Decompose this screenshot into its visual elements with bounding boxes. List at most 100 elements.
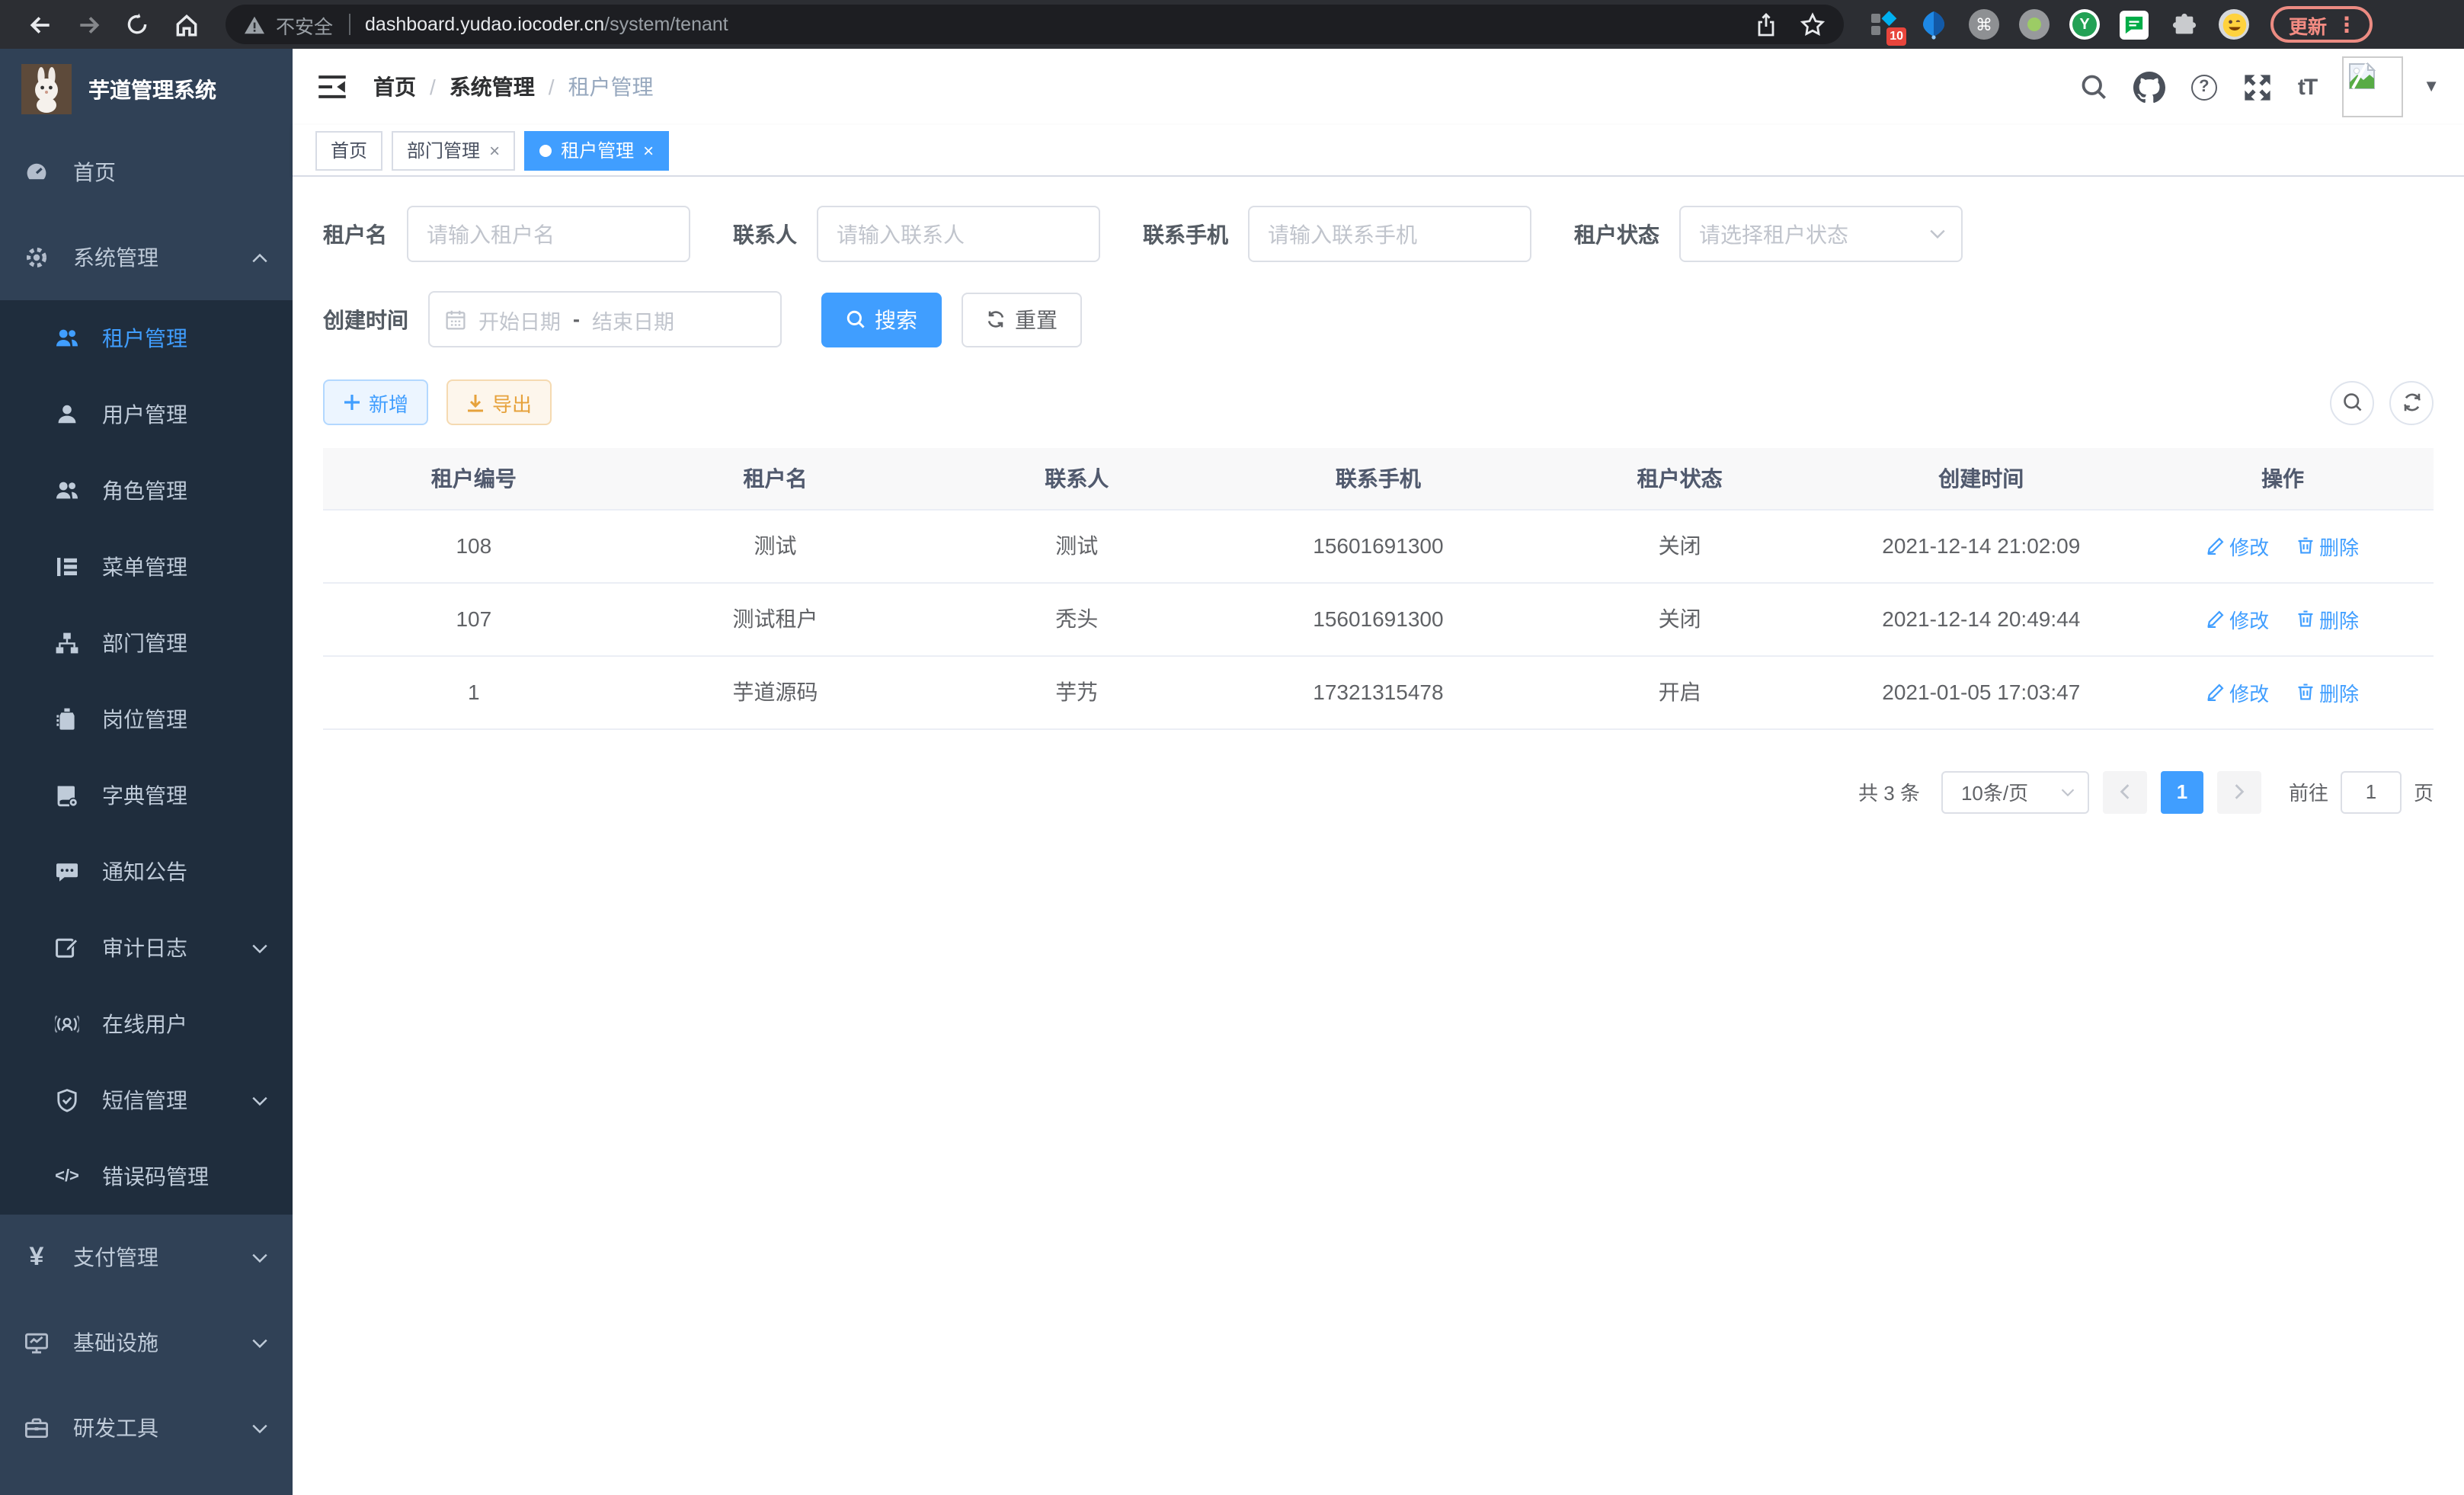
user-avatar-broken-image[interactable] <box>2342 56 2403 117</box>
tag-close-icon[interactable]: × <box>489 141 500 159</box>
breadcrumb: 首页 / 系统管理 / 租户管理 <box>373 72 654 102</box>
sidebar-item-payment[interactable]: ¥ 支付管理 <box>0 1215 293 1300</box>
sidebar-item-audit-log[interactable]: 审计日志 <box>0 910 293 986</box>
sidebar-item-tenant[interactable]: 租户管理 <box>0 300 293 376</box>
screen: 不安全 dashboard.yudao.iocoder.cn/system/te… <box>0 0 2464 1495</box>
next-page-button[interactable] <box>2217 770 2261 813</box>
sidebar-item-dict[interactable]: 字典管理 <box>0 757 293 834</box>
tenant-name-input[interactable] <box>407 206 690 262</box>
edit-link[interactable]: 修改 <box>2206 531 2269 560</box>
edit-link[interactable]: 修改 <box>2206 677 2269 706</box>
search-button[interactable]: 搜索 <box>821 292 942 347</box>
breadcrumb-home[interactable]: 首页 <box>373 72 416 102</box>
breadcrumb-system[interactable]: 系统管理 <box>450 72 535 102</box>
browser-forward-button[interactable] <box>69 5 108 44</box>
profile-avatar[interactable] <box>2219 9 2249 40</box>
dictionary-icon <box>55 783 79 808</box>
delete-link[interactable]: 删除 <box>2296 604 2359 633</box>
extension-dot-icon[interactable] <box>2019 9 2050 40</box>
edit-link[interactable]: 修改 <box>2206 604 2269 633</box>
page-size-select[interactable]: 10条/页 <box>1941 770 2089 813</box>
sidebar-item-user[interactable]: 用户管理 <box>0 376 293 453</box>
page-number-1[interactable]: 1 <box>2161 770 2203 813</box>
goto-page-input[interactable] <box>2341 770 2402 813</box>
tenants-icon <box>55 326 79 351</box>
message-icon <box>55 860 79 884</box>
browser-menu-dots-icon[interactable]: ⋮ <box>2336 11 2357 37</box>
chevron-up-icon <box>251 252 268 263</box>
tag-dept[interactable]: 部门管理 × <box>392 130 515 170</box>
extensions-puzzle-icon[interactable] <box>2168 9 2199 40</box>
browser-home-button[interactable] <box>166 5 206 44</box>
gear-icon <box>24 245 49 270</box>
create-time-label: 创建时间 <box>323 304 408 335</box>
chevron-down-icon <box>251 1423 268 1433</box>
github-icon[interactable] <box>2133 71 2165 103</box>
toggle-search-button[interactable] <box>2330 380 2374 424</box>
add-button[interactable]: 新增 <box>323 379 428 425</box>
browser-reload-button[interactable] <box>117 5 157 44</box>
reset-button[interactable]: 重置 <box>962 292 1082 347</box>
tag-home[interactable]: 首页 <box>315 130 382 170</box>
url-host: dashboard.yudao.iocoder.cn <box>365 14 604 35</box>
avatar-caret-down-icon[interactable]: ▼ <box>2423 78 2440 96</box>
help-icon[interactable]: ? <box>2191 74 2217 100</box>
sidebar-item-menu[interactable]: 菜单管理 <box>0 529 293 605</box>
search-icon <box>846 309 866 329</box>
sidebar-item-infra[interactable]: 基础设施 <box>0 1300 293 1385</box>
browser-toolbar: 不安全 dashboard.yudao.iocoder.cn/system/te… <box>0 0 2464 49</box>
refresh-table-button[interactable] <box>2389 380 2434 424</box>
bookmark-star-icon[interactable] <box>1800 11 1826 37</box>
status-select[interactable]: 请选择租户状态 <box>1679 206 1963 262</box>
extension-yudao-icon[interactable]: Y <box>2069 9 2100 40</box>
sidebar-item-home[interactable]: 首页 <box>0 130 293 215</box>
mobile-input[interactable] <box>1248 206 1531 262</box>
fullscreen-icon[interactable] <box>2243 72 2272 101</box>
sidebar-item-notice[interactable]: 通知公告 <box>0 834 293 910</box>
calendar-icon <box>445 309 466 330</box>
edit-pen-icon <box>2206 683 2225 701</box>
browser-update-button[interactable]: 更新 ⋮ <box>2270 6 2373 43</box>
sidebar-item-dept[interactable]: 部门管理 <box>0 605 293 681</box>
font-size-icon[interactable]: tT <box>2298 74 2316 100</box>
extension-grid-diamond-icon[interactable]: 10 <box>1868 9 1899 40</box>
contact-input[interactable] <box>817 206 1100 262</box>
status-text: 关闭 <box>1529 582 1831 655</box>
export-button[interactable]: 导出 <box>446 379 552 425</box>
col-actions: 操作 <box>2132 448 2434 509</box>
sidebar-item-system[interactable]: 系统管理 <box>0 215 293 300</box>
address-bar[interactable]: 不安全 dashboard.yudao.iocoder.cn/system/te… <box>226 5 1844 44</box>
delete-link[interactable]: 删除 <box>2296 677 2359 706</box>
org-tree-icon <box>55 631 79 655</box>
header-search-icon[interactable] <box>2080 73 2107 101</box>
sidebar-logo-row[interactable]: 芋道管理系统 <box>0 49 293 130</box>
app-logo <box>21 64 72 114</box>
url-separator <box>348 14 350 35</box>
extension-command-icon[interactable]: ⌘ <box>1969 9 1999 40</box>
delete-link[interactable]: 删除 <box>2296 531 2359 560</box>
active-tag-dot <box>539 144 552 156</box>
extension-chat-icon[interactable] <box>2120 10 2149 39</box>
share-icon[interactable] <box>1754 11 1778 37</box>
sidebar-item-dev-tools[interactable]: 研发工具 <box>0 1385 293 1471</box>
page-unit: 页 <box>2414 777 2434 806</box>
mobile-label: 联系手机 <box>1143 219 1228 249</box>
tag-close-icon[interactable]: × <box>643 141 654 159</box>
sidebar-item-error-code[interactable]: </> 错误码管理 <box>0 1138 293 1215</box>
roles-icon <box>55 479 79 503</box>
trash-icon <box>2296 536 2315 555</box>
extension-kite-icon[interactable] <box>1918 9 1949 40</box>
online-user-icon <box>55 1012 79 1036</box>
sidebar-item-role[interactable]: 角色管理 <box>0 453 293 529</box>
sidebar-item-label: 审计日志 <box>102 933 187 963</box>
prev-page-button[interactable] <box>2103 770 2147 813</box>
col-status: 租户状态 <box>1529 448 1831 509</box>
create-time-range-picker[interactable]: 开始日期 - 结束日期 <box>428 291 782 347</box>
sidebar-item-post[interactable]: 岗位管理 <box>0 681 293 757</box>
sidebar-item-sms[interactable]: 短信管理 <box>0 1062 293 1138</box>
tag-tenant-active[interactable]: 租户管理 × <box>524 130 669 170</box>
sidebar-fold-icon[interactable] <box>317 73 347 101</box>
sidebar-item-label: 研发工具 <box>73 1413 158 1443</box>
browser-back-button[interactable] <box>20 5 59 44</box>
sidebar-item-online-users[interactable]: 在线用户 <box>0 986 293 1062</box>
